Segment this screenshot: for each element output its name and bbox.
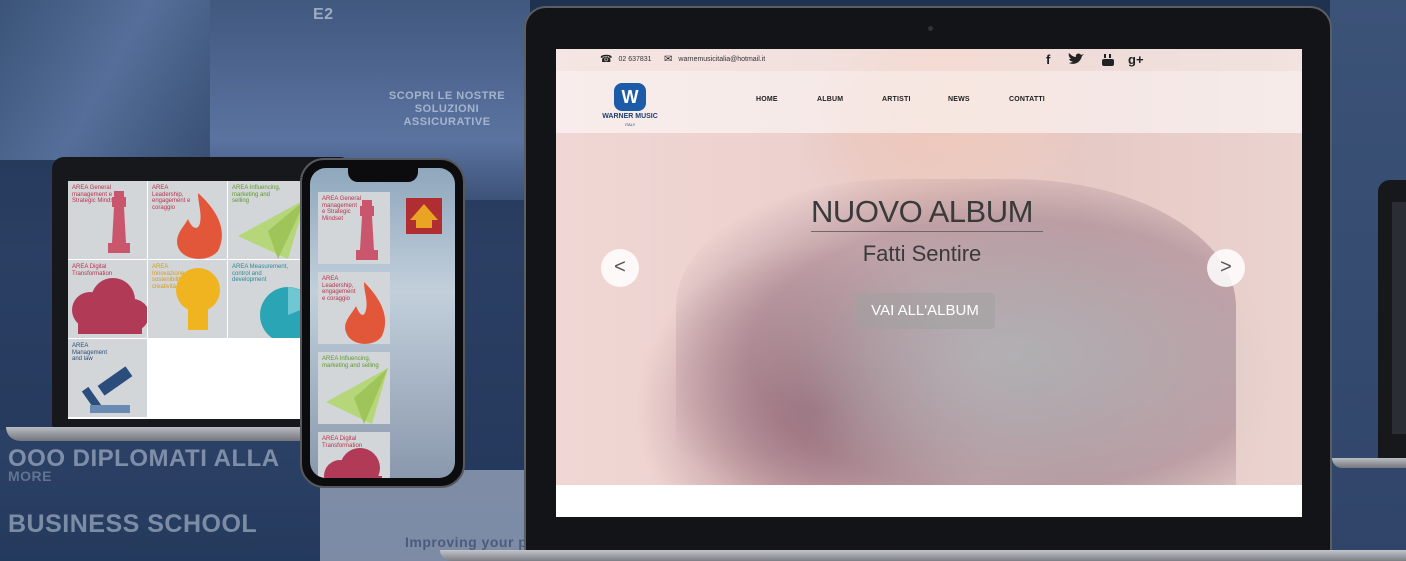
- paper-plane-icon: [326, 368, 388, 424]
- hero-title: NUOVO ALBUM: [811, 194, 1033, 229]
- bg-logo: E2: [313, 6, 334, 23]
- tile-general-management[interactable]: AREA General management e Strategic Mind…: [68, 181, 147, 259]
- phone-number: 02 637831: [618, 56, 652, 63]
- logo-name: WARNER MUSIC: [602, 113, 658, 120]
- flame-icon: [177, 193, 222, 259]
- phone-icon: ☎: [600, 54, 613, 65]
- nav-news[interactable]: NEWS: [948, 96, 970, 103]
- tile-digital-transformation[interactable]: AREA Digital Transformation: [68, 260, 147, 338]
- page-below-hero: [556, 485, 1302, 517]
- logo-sub: ITALY: [624, 122, 636, 127]
- cloud-icon: [72, 278, 147, 334]
- nav-album[interactable]: ALBUM: [817, 96, 843, 103]
- phone-tile-digital-transformation[interactable]: AREA Digital Transformation: [318, 432, 390, 478]
- tile-measurement[interactable]: AREA Measurement, control and developmen…: [228, 260, 307, 338]
- hero-divider: [811, 231, 1043, 232]
- lightbulb-icon: [176, 268, 220, 330]
- right-laptop-screen: [1392, 202, 1406, 434]
- hero-subtitle: Fatti Sentire: [862, 241, 982, 266]
- small-laptop-screen: AREA General management e Strategic Mind…: [68, 181, 330, 419]
- bg-school-line2: MORE: [8, 468, 52, 484]
- contact-topbar: ☎ 02 637831 ✉ warnemusicitalia@hotmail.i…: [556, 49, 1302, 71]
- contact-email[interactable]: ✉ warnemusicitalia@hotmail.it: [664, 54, 765, 65]
- contact-phone[interactable]: ☎ 02 637831: [600, 54, 652, 65]
- phone-screen: AREA General management e Strategic Mind…: [310, 168, 455, 478]
- phone-tile-leadership[interactable]: AREA Leadership, engagement e coraggio: [318, 272, 390, 344]
- warner-logo-icon[interactable]: W: [614, 83, 646, 111]
- facebook-icon[interactable]: f: [1046, 52, 1050, 67]
- phone-tile-influencing[interactable]: AREA Influencing, marketing and selling: [318, 352, 390, 424]
- carousel-next-button[interactable]: >: [1207, 249, 1245, 287]
- main-laptop-base: [440, 550, 1406, 561]
- googleplus-icon[interactable]: g+: [1128, 52, 1144, 67]
- tile-innovazione[interactable]: AREA Innovazione, sostenibilità e creati…: [148, 260, 227, 338]
- right-laptop-base: [1332, 458, 1406, 468]
- carousel-prev-button[interactable]: <: [601, 249, 639, 287]
- bg-headline: SCOPRI LE NOSTRE SOLUZIONI ASSICURATIVE: [388, 90, 506, 128]
- envelope-icon: ✉: [664, 54, 673, 65]
- tile-influencing[interactable]: AREA Influencing, marketing and selling: [228, 181, 307, 259]
- bg-school-line1: OOO DIPLOMATI ALLA: [8, 445, 280, 472]
- phone-notch: [348, 168, 418, 182]
- gavel-icon: [81, 366, 133, 413]
- chess-king-icon: [108, 191, 130, 253]
- flame-icon: [345, 282, 386, 344]
- youtube-icon[interactable]: [1101, 53, 1115, 67]
- nav-home[interactable]: HOME: [756, 96, 778, 103]
- right-laptop: [1378, 180, 1406, 460]
- bg-improving-text: Improving your p: [405, 534, 528, 550]
- vai-album-button[interactable]: VAI ALL'ALBUM: [855, 293, 995, 329]
- nav-contatti[interactable]: CONTATTI: [1009, 96, 1045, 103]
- nav-artisti[interactable]: ARTISTI: [882, 96, 911, 103]
- tile-management-law[interactable]: AREA Management and law: [68, 339, 147, 417]
- email-address: warnemusicitalia@hotmail.it: [678, 56, 766, 63]
- main-laptop: ☎ 02 637831 ✉ warnemusicitalia@hotmail.i…: [524, 6, 1332, 554]
- cloud-icon: [324, 448, 382, 478]
- camera-icon: [928, 26, 933, 31]
- pie-chart-icon: [260, 287, 307, 338]
- house-icon: [406, 198, 442, 234]
- warner-music-website: ☎ 02 637831 ✉ warnemusicitalia@hotmail.i…: [556, 49, 1302, 517]
- tile-leadership[interactable]: AREA Leadership, engagement e coraggio: [148, 181, 227, 259]
- phone-tile-general-management[interactable]: AREA General management e Strategic Mind…: [318, 192, 390, 264]
- smartphone: AREA General management e Strategic Mind…: [300, 158, 465, 488]
- bg-school-line3: BUSINESS SCHOOL: [8, 510, 258, 538]
- chess-king-icon: [356, 200, 378, 260]
- main-navbar: W WARNER MUSIC ITALY HOME ALBUM ARTISTI …: [556, 71, 1302, 133]
- small-laptop-base: [6, 427, 326, 441]
- bg-website-thumb: [0, 0, 210, 160]
- twitter-icon[interactable]: [1068, 52, 1084, 66]
- paper-plane-icon: [238, 199, 306, 259]
